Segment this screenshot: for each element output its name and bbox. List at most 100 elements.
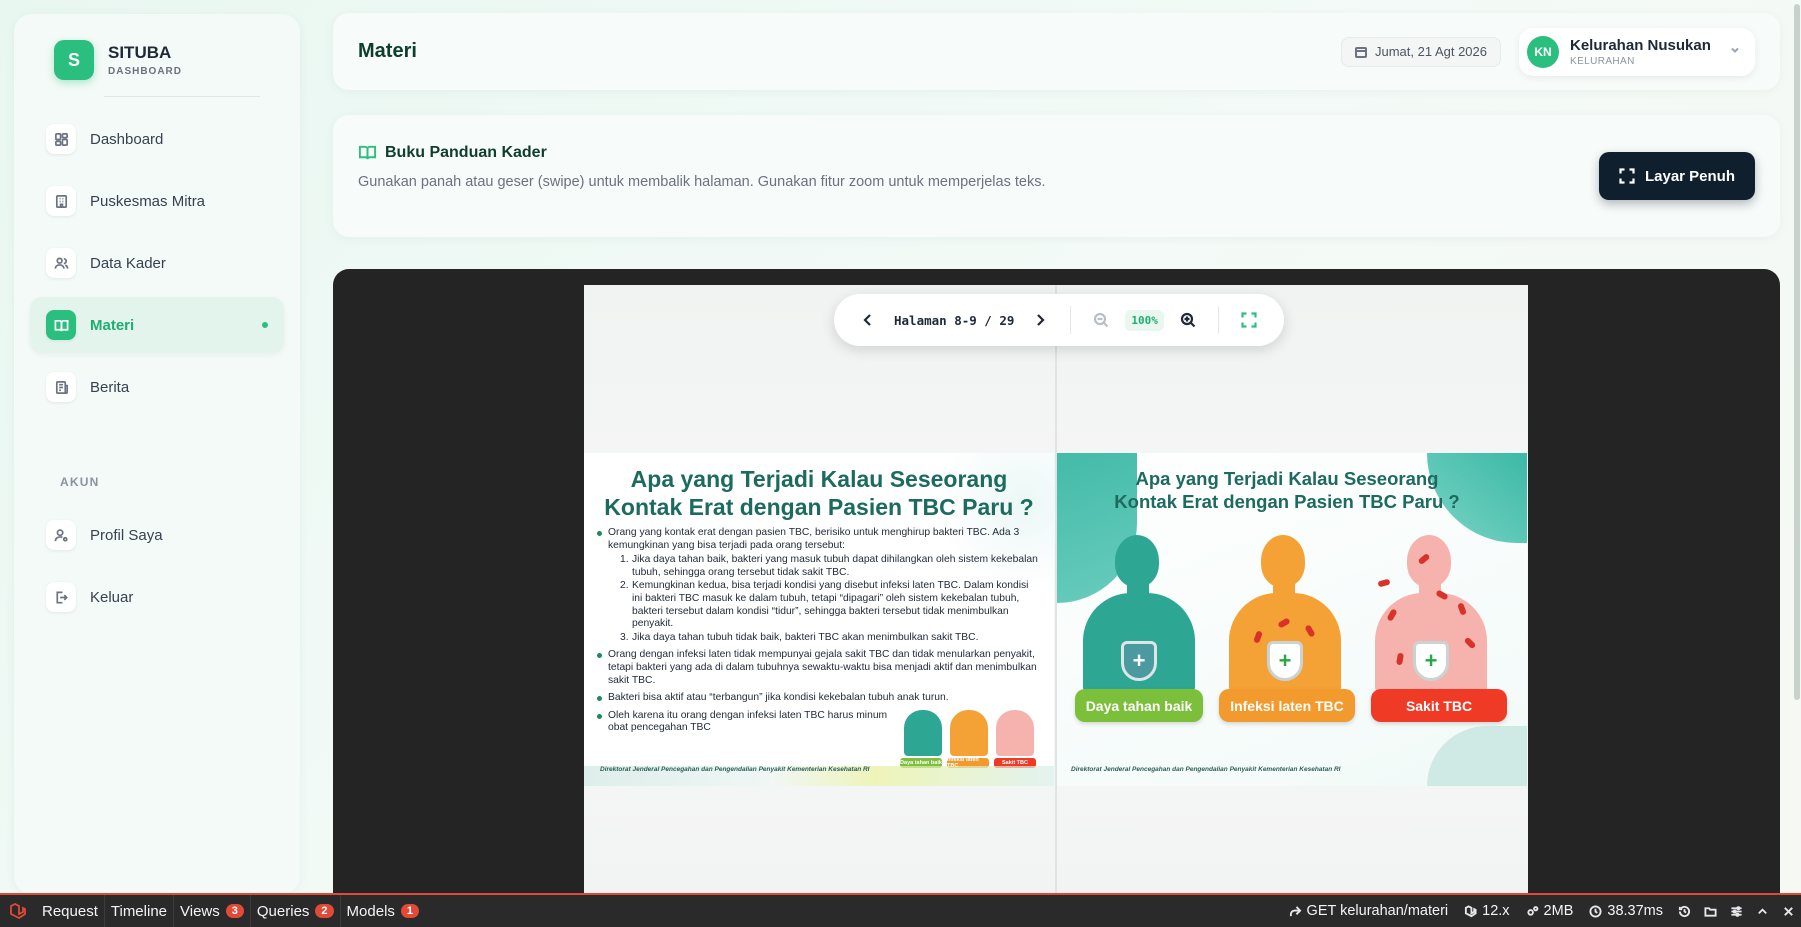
debug-tab-timeline[interactable]: Timeline	[105, 895, 175, 927]
user-menu[interactable]: KN Kelurahan Nusukan KELURAHAN	[1519, 27, 1755, 76]
debug-tab-label: Queries	[256, 902, 310, 920]
logout-icon	[46, 582, 76, 612]
figure-head	[1407, 535, 1451, 587]
page-heading-line: Kontak Erat dengan Pasien TBC Paru ?	[1114, 491, 1460, 512]
scrollbar-thumb[interactable]	[1794, 4, 1800, 700]
laravel-logo-icon[interactable]	[0, 895, 36, 927]
debug-tab-models[interactable]: Models 1	[341, 895, 425, 927]
sidebar-item-data-kader[interactable]: Data Kader	[30, 235, 284, 291]
book-page-right[interactable]: Apa yang Terjadi Kalau Seseorang Kontak …	[1057, 453, 1527, 786]
page-bullet-text: Orang yang kontak erat dengan pasien TBC…	[608, 527, 1020, 551]
page-heading-line: Kontak Erat dengan Pasien TBC Paru ?	[604, 494, 1034, 520]
debug-memory-text: 2MB	[1543, 903, 1574, 919]
page-footer: Direktorat Jenderal Pencegahan dan Penge…	[600, 766, 870, 773]
maximize-button[interactable]	[1749, 905, 1775, 918]
condition-labels: Daya tahan baik Infeksi laten TBC Sakit …	[1075, 689, 1515, 723]
flipbook-viewer: Halaman 8-9 / 29 100% Apa yang Terjadi K…	[333, 269, 1780, 893]
debug-tab-label: Timeline	[110, 902, 168, 920]
user-role: KELURAHAN	[1570, 55, 1635, 67]
sidebar-item-label: Puskesmas Mitra	[90, 192, 206, 210]
toolbar-divider	[1217, 306, 1219, 334]
brand-divider	[104, 96, 260, 97]
debug-tab-label: Views	[180, 902, 220, 920]
bacteria-icon	[1377, 578, 1391, 588]
calendar-icon	[1354, 46, 1367, 58]
sidebar-item-label: Profil Saya	[90, 526, 163, 544]
brand-subtitle: DASHBOARD	[108, 66, 182, 77]
page-title: Materi	[358, 40, 417, 62]
count-badge: 3	[225, 904, 244, 918]
sidebar-item-profil-saya[interactable]: Profil Saya	[30, 507, 284, 563]
history-icon	[1678, 905, 1690, 917]
page-heading: Apa yang Terjadi Kalau Seseorang Kontak …	[1057, 467, 1527, 513]
page-bullet: Oleh karena itu orang dengan infeksi lat…	[596, 710, 896, 735]
mini-figure-healthy	[904, 710, 942, 756]
page-bullet: Orang yang kontak erat dengan pasien TBC…	[596, 527, 1040, 644]
dashboard-icon	[46, 124, 76, 154]
fullscreen-button-label: Layar Penuh	[1644, 167, 1735, 185]
page-scrollbar[interactable]	[1793, 0, 1801, 893]
open-button[interactable]	[1697, 905, 1723, 918]
guide-description: Gunakan panah atau geser (swipe) untuk m…	[358, 174, 1046, 190]
book-icon	[46, 310, 76, 340]
brand[interactable]: S SITUBA DASHBOARD	[30, 40, 284, 80]
flipbook[interactable]: Halaman 8-9 / 29 100% Apa yang Terjadi K…	[584, 285, 1528, 893]
debug-bar: Request Timeline Views 3 Queries 2 Models 1…	[0, 893, 1801, 927]
zoom-level: 100%	[1125, 309, 1164, 331]
sidebar-item-keluar[interactable]: Keluar	[30, 569, 284, 625]
page-sub-item: 3. Jika daya tahan tubuh tidak baik, bakt…	[620, 631, 979, 643]
label-healthy: Daya tahan baik	[1075, 689, 1203, 722]
debug-memory: 2MB	[1518, 903, 1582, 919]
history-button[interactable]	[1671, 905, 1697, 918]
date-text: Jumat, 21 Agt 2026	[1374, 44, 1487, 59]
fullscreen-button[interactable]: Layar Penuh	[1598, 152, 1755, 200]
sidebar: S SITUBA DASHBOARD Dashboard Puskesmas M…	[14, 14, 300, 894]
tbc-illustration: + + +	[1075, 533, 1515, 693]
sidebar-item-berita[interactable]: Berita	[30, 359, 284, 415]
debug-time: 38.37ms	[1581, 903, 1671, 919]
cogs-icon	[1526, 905, 1538, 916]
label-sick: Sakit TBC	[1371, 689, 1507, 722]
page-sub-text: Jika daya tahan baik, bakteri yang masuk…	[632, 554, 1038, 578]
sliders-icon	[1730, 905, 1742, 917]
close-button[interactable]	[1775, 905, 1801, 918]
sidebar-item-materi[interactable]: Materi	[30, 297, 284, 353]
figure-head	[1261, 535, 1305, 587]
sidebar-item-puskesmas-mitra[interactable]: Puskesmas Mitra	[30, 173, 284, 229]
debug-route[interactable]: GET kelurahan/materi	[1281, 903, 1457, 919]
page-heading-line: Apa yang Terjadi Kalau Seseorang	[630, 466, 1008, 492]
zoom-in-button[interactable]	[1172, 304, 1204, 336]
close-icon	[1783, 906, 1793, 916]
sidebar-item-label: Materi	[90, 316, 135, 334]
chevron-down-icon	[1729, 43, 1741, 61]
sidebar-item-label: Dashboard	[90, 130, 164, 148]
guide-title: Buku Panduan Kader	[385, 143, 547, 161]
page-heading: Apa yang Terjadi Kalau Seseorang Kontak …	[584, 465, 1054, 521]
count-badge: 2	[315, 904, 334, 918]
page-sub-item: 2. Kemungkinan kedua, bisa terjadi kondis…	[620, 580, 1029, 630]
user-name: Kelurahan Nusukan	[1570, 36, 1711, 54]
chevron-right-icon	[1037, 314, 1045, 326]
prev-page-button[interactable]	[852, 304, 884, 336]
zoom-in-icon	[1180, 312, 1196, 328]
date-display: Jumat, 21 Agt 2026	[1340, 36, 1501, 67]
figure-latent-infection: +	[1221, 533, 1351, 693]
sidebar-item-label: Keluar	[90, 588, 134, 606]
mini-figure-sick	[996, 710, 1034, 756]
settings-button[interactable]	[1723, 905, 1749, 918]
book-page-left[interactable]: Apa yang Terjadi Kalau Seseorang Kontak …	[584, 453, 1054, 786]
next-page-button[interactable]	[1024, 304, 1056, 336]
debug-tab-request[interactable]: Request	[36, 895, 105, 927]
debug-tab-queries[interactable]: Queries 2	[251, 895, 341, 927]
sidebar-item-dashboard[interactable]: Dashboard	[30, 111, 284, 167]
figure-healthy: +	[1075, 533, 1205, 693]
page-sub-item: 1. Jika daya tahan baik, bakteri yang mas…	[620, 554, 1038, 578]
sidebar-item-label: Berita	[90, 378, 130, 396]
zoom-out-button[interactable]	[1085, 304, 1117, 336]
shield-icon: +	[1413, 641, 1449, 681]
debug-time-text: 38.37ms	[1607, 903, 1663, 919]
viewer-fullscreen-button[interactable]	[1233, 304, 1265, 336]
debug-tab-views[interactable]: Views 3	[174, 895, 251, 927]
guide-info-card: Buku Panduan Kader Gunakan panah atau ge…	[333, 115, 1780, 237]
debug-tab-label: Request	[42, 902, 98, 920]
